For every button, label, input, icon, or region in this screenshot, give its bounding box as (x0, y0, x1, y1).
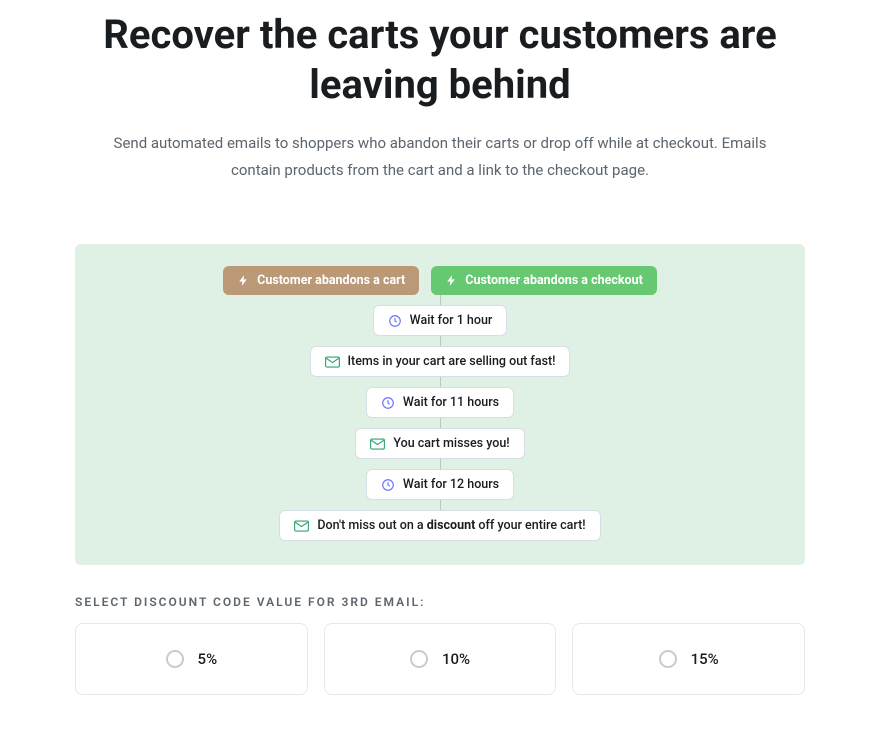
clock-icon (381, 478, 395, 492)
step-email-1: Items in your cart are selling out fast! (310, 346, 571, 377)
flow-connector (440, 418, 441, 428)
mail-icon (325, 356, 340, 368)
flow-connector (440, 377, 441, 387)
flow-connector (440, 500, 441, 510)
page-subtitle: Send automated emails to shoppers who ab… (0, 130, 880, 224)
radio-icon (410, 650, 428, 668)
flow-connector (440, 295, 441, 305)
page-title: Recover the carts your customers are lea… (0, 0, 880, 130)
step-label: Wait for 11 hours (403, 395, 499, 410)
mail-icon (294, 520, 309, 532)
discount-option-10[interactable]: 10% (324, 623, 557, 695)
step-email-2: You cart misses you! (355, 428, 524, 459)
discount-options: 5% 10% 15% (75, 623, 805, 695)
step-label: Wait for 1 hour (410, 313, 493, 328)
discount-value-label: 10% (442, 650, 470, 668)
trigger-abandon-checkout: Customer abandons a checkout (431, 266, 657, 295)
clock-icon (381, 396, 395, 410)
step-label: Don't miss out on a discount off your en… (317, 518, 585, 533)
step-wait-1: Wait for 1 hour (373, 305, 508, 336)
trigger-abandon-cart: Customer abandons a cart (223, 266, 419, 295)
workflow-panel: Customer abandons a cart Customer abando… (75, 244, 805, 565)
step-wait-2: Wait for 11 hours (366, 387, 514, 418)
step-wait-3: Wait for 12 hours (366, 469, 514, 500)
step-email-3: Don't miss out on a discount off your en… (279, 510, 600, 541)
discount-prompt-label: SELECT DISCOUNT CODE VALUE FOR 3RD EMAIL… (75, 595, 805, 609)
discount-value-label: 15% (691, 650, 719, 668)
bolt-icon (445, 274, 458, 287)
workflow-triggers: Customer abandons a cart Customer abando… (223, 266, 657, 295)
clock-icon (388, 314, 402, 328)
trigger-label: Customer abandons a cart (257, 273, 405, 288)
flow-connector (440, 336, 441, 346)
flow-connector (440, 459, 441, 469)
trigger-label: Customer abandons a checkout (465, 273, 643, 288)
discount-option-5[interactable]: 5% (75, 623, 308, 695)
discount-value-label: 5% (198, 650, 218, 668)
step-label: Items in your cart are selling out fast! (348, 354, 556, 369)
radio-icon (659, 650, 677, 668)
bolt-icon (237, 274, 250, 287)
discount-option-15[interactable]: 15% (572, 623, 805, 695)
radio-icon (166, 650, 184, 668)
step-label: Wait for 12 hours (403, 477, 499, 492)
mail-icon (370, 438, 385, 450)
step-label: You cart misses you! (393, 436, 509, 451)
